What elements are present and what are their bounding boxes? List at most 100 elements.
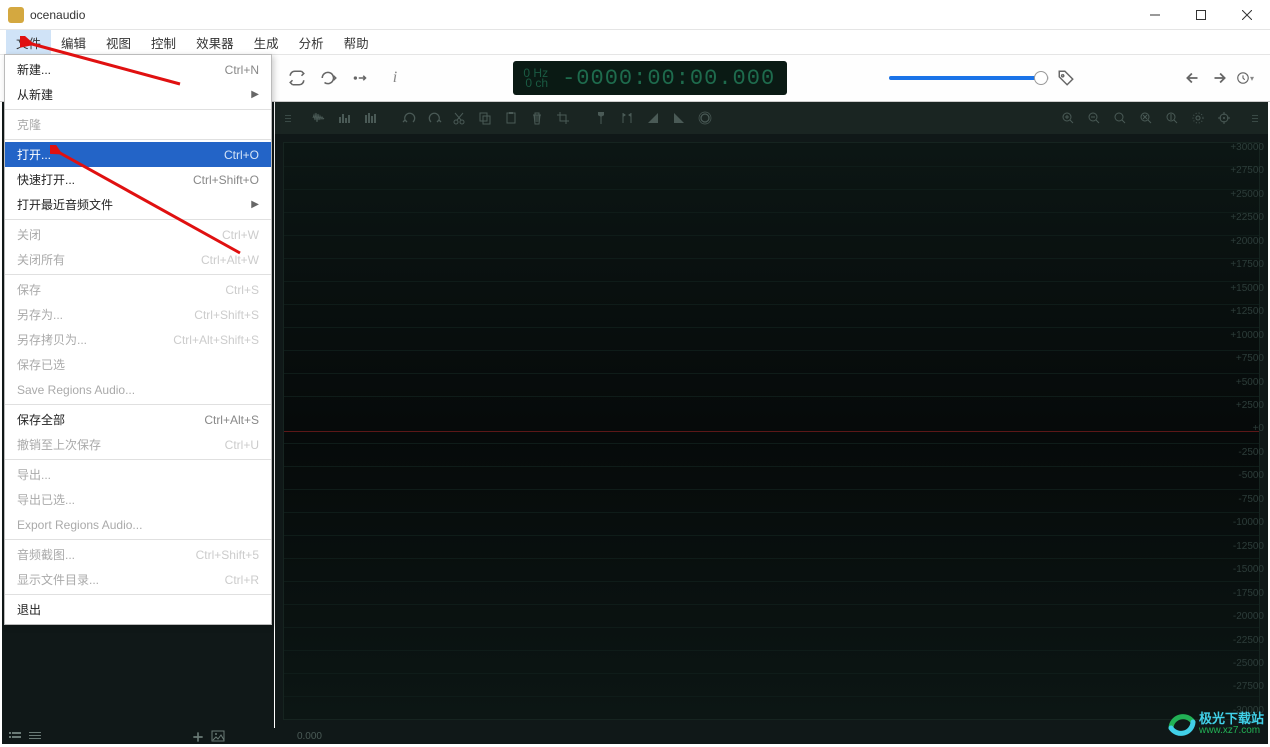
watermark: 极光下载站 www.xz7.com [1167,710,1264,740]
waveform-display[interactable] [283,142,1260,720]
app-icon [8,7,24,23]
grip-right [1252,108,1258,128]
menu-item[interactable]: 快速打开...Ctrl+Shift+O [5,167,271,192]
menu-item: 导出已选... [5,487,271,512]
amplitude-scale: +30000+27500+25000+22500+20000+17500+150… [1218,142,1268,716]
menu-item[interactable]: 新建...Ctrl+N [5,57,271,82]
zoom-sel-icon[interactable] [1110,108,1130,128]
scale-tick: +5000 [1218,377,1268,388]
image-icon[interactable] [211,730,225,742]
redo-icon[interactable] [425,108,445,128]
menu-file[interactable]: 文件 [6,30,51,55]
waveform-mode-icon[interactable] [309,108,329,128]
scale-tick: -17500 [1218,588,1268,599]
cut-icon[interactable] [449,108,469,128]
menu-item: 关闭Ctrl+W [5,222,271,247]
undo-icon[interactable] [399,108,419,128]
scale-tick: +20000 [1218,236,1268,247]
watermark-logo-icon [1167,710,1197,740]
zoom-in-icon[interactable] [1058,108,1078,128]
repeat-icon[interactable] [288,69,306,87]
scale-tick: +30000 [1218,142,1268,153]
menu-item[interactable]: 打开...Ctrl+O [5,142,271,167]
fade-in-icon[interactable] [643,108,663,128]
target-icon[interactable] [1214,108,1234,128]
add-icon[interactable] [191,730,205,742]
menu-item[interactable]: 从新建▶ [5,82,271,107]
scale-tick: +17500 [1218,259,1268,270]
file-menu-dropdown: 新建...Ctrl+N从新建▶ 克隆打开...Ctrl+O快速打开...Ctrl+… [4,54,272,625]
zoom-out-icon[interactable] [1084,108,1104,128]
crop-icon[interactable] [553,108,573,128]
scale-tick: -10000 [1218,517,1268,528]
scale-tick: -7500 [1218,494,1268,505]
marker-icon[interactable] [591,108,611,128]
grip-left [285,108,291,128]
forward-icon[interactable] [1210,69,1228,87]
scale-tick: +2500 [1218,400,1268,411]
maximize-button[interactable] [1178,0,1224,30]
paste-icon[interactable] [501,108,521,128]
scale-tick: -20000 [1218,611,1268,622]
scale-tick: +27500 [1218,165,1268,176]
record-icon[interactable] [695,108,715,128]
menu-item: Save Regions Audio... [5,377,271,402]
region-icon[interactable] [617,108,637,128]
volume-slider[interactable] [889,76,1049,80]
status-position: 0.000 [297,731,322,742]
title-bar: ocenaudio [0,0,1270,30]
scale-tick: +0 [1218,423,1268,434]
scale-tick: -5000 [1218,470,1268,481]
view-lines-icon[interactable] [28,730,42,742]
menu-bar: 文件 编辑 视图 控制 效果器 生成 分析 帮助 [0,30,1270,54]
scale-tick: -12500 [1218,541,1268,552]
settings-icon[interactable] [1188,108,1208,128]
app-title: ocenaudio [30,8,1132,22]
jump-icon[interactable] [352,69,370,87]
minimize-button[interactable] [1132,0,1178,30]
watermark-title: 极光下载站 [1199,713,1264,725]
close-button[interactable] [1224,0,1270,30]
menu-item: 撤销至上次保存Ctrl+U [5,432,271,457]
edit-toolbar [275,102,1268,134]
menu-help[interactable]: 帮助 [334,30,379,55]
menu-item: 另存拷贝为...Ctrl+Alt+Shift+S [5,327,271,352]
menu-item[interactable]: 保存全部Ctrl+Alt+S [5,407,271,432]
view-list-icon[interactable] [8,730,22,742]
fade-out-icon[interactable] [669,108,689,128]
menu-generate[interactable]: 生成 [244,30,289,55]
waveform-panel [275,102,1268,728]
menu-item[interactable]: 打开最近音频文件▶ [5,192,271,217]
menu-item: 保存已选 [5,352,271,377]
menu-item: 关闭所有Ctrl+Alt+W [5,247,271,272]
bars-mode-icon[interactable] [335,108,355,128]
menu-edit[interactable]: 编辑 [51,30,96,55]
history-icon[interactable]: ▾ [1236,69,1254,87]
copy-icon[interactable] [475,108,495,128]
scale-tick: +12500 [1218,306,1268,317]
menu-item: 保存Ctrl+S [5,277,271,302]
menu-item: 导出... [5,462,271,487]
info-icon[interactable]: i [386,69,404,87]
tag-icon[interactable] [1057,69,1075,87]
delete-icon[interactable] [527,108,547,128]
menu-item[interactable]: 退出 [5,597,271,622]
menu-effects[interactable]: 效果器 [186,30,244,55]
scale-tick: +15000 [1218,283,1268,294]
scale-tick: +22500 [1218,212,1268,223]
scale-tick: -27500 [1218,681,1268,692]
lcd-ch: 0 ch [523,78,548,88]
menu-view[interactable]: 视图 [96,30,141,55]
zoom-fit-icon[interactable] [1136,108,1156,128]
scale-tick: +10000 [1218,330,1268,341]
scale-tick: -25000 [1218,658,1268,669]
zoom-v-icon[interactable] [1162,108,1182,128]
scale-tick: -2500 [1218,447,1268,458]
menu-control[interactable]: 控制 [141,30,186,55]
back-icon[interactable] [1184,69,1202,87]
bottom-status-bar: 0.000 [2,728,1268,744]
menu-analyze[interactable]: 分析 [289,30,334,55]
loop-forward-icon[interactable] [320,69,338,87]
menu-item: 克隆 [5,112,271,137]
envelope-mode-icon[interactable] [361,108,381,128]
